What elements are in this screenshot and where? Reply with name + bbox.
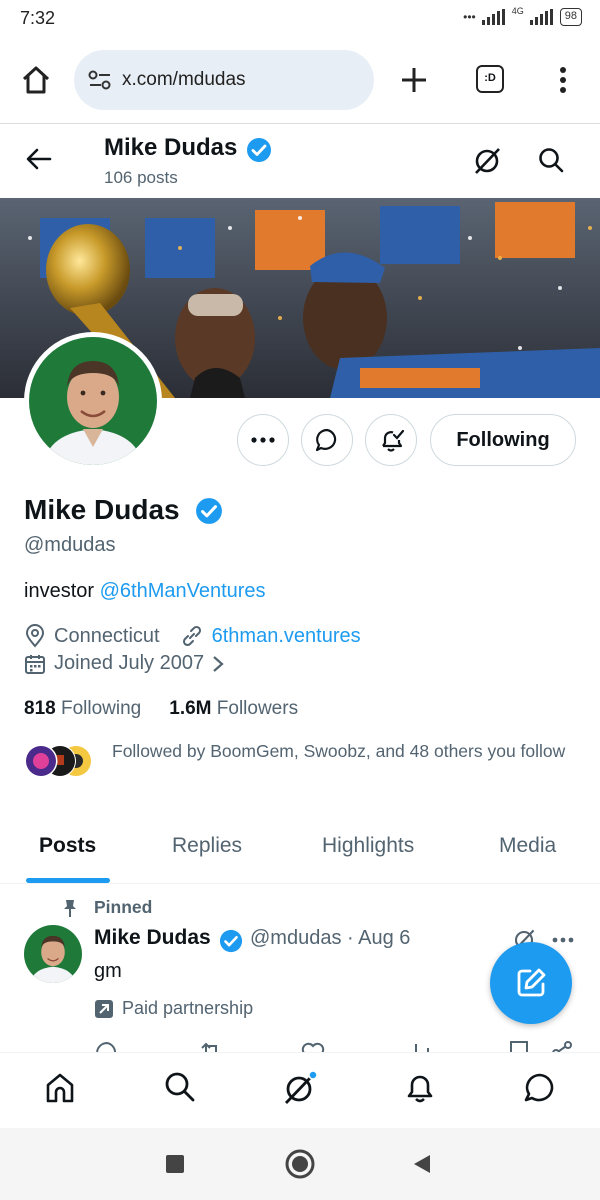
profile-tabs: Posts Replies Highlights Media <box>0 818 600 884</box>
followed-by-text[interactable]: Followed by BoomGem, Swoobz, and 48 othe… <box>112 740 572 763</box>
home-icon[interactable] <box>20 64 52 96</box>
back-button[interactable] <box>412 1153 432 1175</box>
paid-partnership-text: Paid partnership <box>122 998 254 1018</box>
tab-replies[interactable]: Replies <box>172 834 242 858</box>
following-count-link[interactable]: 818 Following <box>24 698 141 720</box>
bell-check-icon <box>382 429 405 452</box>
calendar-icon <box>25 654 45 674</box>
messages-icon[interactable] <box>523 1071 557 1105</box>
tab-highlights[interactable]: Highlights <box>322 834 414 858</box>
signal-icon-2 <box>529 9 553 25</box>
tweet-avatar[interactable] <box>24 925 82 983</box>
notifications-bell-icon[interactable] <box>404 1071 436 1105</box>
message-button[interactable] <box>301 414 353 466</box>
dots-icon: ••• <box>463 10 476 24</box>
home-icon[interactable] <box>44 1071 76 1105</box>
grok-icon[interactable] <box>472 146 502 176</box>
header-title: Mike Dudas <box>104 134 238 161</box>
chevron-right-icon <box>213 655 224 672</box>
browser-toolbar: x.com/mdudas :D <box>0 40 600 124</box>
grok-icon[interactable] <box>283 1071 317 1105</box>
location-text: Connecticut <box>54 624 160 647</box>
recents-button[interactable] <box>166 1155 184 1173</box>
home-button[interactable] <box>285 1149 315 1179</box>
search-icon[interactable] <box>538 147 564 173</box>
joined-text: Joined July 2007 <box>54 652 205 674</box>
notifications-button[interactable] <box>365 414 417 466</box>
tweet-text: gm <box>94 960 122 982</box>
message-bubble-icon <box>315 428 337 452</box>
verified-badge-icon <box>219 929 243 953</box>
tweet-more-icon[interactable] <box>552 937 574 943</box>
tweet-handle-date: @mdudas · Aug 6 <box>250 927 411 949</box>
signal-icon <box>481 9 505 25</box>
status-bar: 7:32 ••• 4G 98 <box>0 0 600 40</box>
url-text: x.com/mdudas <box>122 69 246 90</box>
more-options-button[interactable] <box>237 414 289 466</box>
bio-mention-link[interactable]: @6thManVentures <box>100 580 266 602</box>
paid-partnership-icon <box>95 999 113 1018</box>
following-button[interactable]: Following <box>430 414 576 466</box>
new-tab-icon[interactable] <box>400 66 428 94</box>
system-navigation-bar <box>0 1128 600 1200</box>
link-icon <box>182 625 201 647</box>
bio-text: investor <box>24 580 100 602</box>
website-link[interactable]: 6thman.ventures <box>212 625 361 648</box>
explore-search-icon[interactable] <box>164 1071 196 1103</box>
pinned-label: Pinned <box>94 897 153 917</box>
tweet-actions-row <box>94 1040 584 1052</box>
battery-icon: 98 <box>559 8 582 26</box>
url-bar[interactable]: x.com/mdudas <box>74 50 374 110</box>
network-label: 4G <box>511 6 524 16</box>
more-dots-icon <box>251 437 275 443</box>
bookmark-icon[interactable] <box>508 1040 530 1052</box>
profile-avatar[interactable] <box>24 332 162 470</box>
status-time: 7:32 <box>20 8 56 28</box>
views-icon[interactable] <box>406 1040 432 1052</box>
followers-count-link[interactable]: 1.6M Followers <box>169 698 298 720</box>
repost-icon[interactable] <box>198 1040 224 1052</box>
tab-posts[interactable]: Posts <box>39 834 96 858</box>
tab-media[interactable]: Media <box>499 834 556 858</box>
followers-label: Followers <box>216 698 299 719</box>
profile-name: Mike Dudas <box>24 494 180 525</box>
bottom-navigation <box>0 1052 600 1128</box>
verified-badge-icon <box>247 138 271 162</box>
paid-partnership-label: Paid partnership <box>94 998 253 1019</box>
compose-post-button[interactable] <box>490 942 572 1024</box>
followers-avatars[interactable] <box>24 744 96 778</box>
profile-meta-joined-row[interactable]: Joined July 2007 <box>24 652 224 675</box>
share-icon[interactable] <box>550 1040 574 1052</box>
profile-handle: @mdudas <box>24 534 116 556</box>
followers-count: 1.6M <box>169 698 212 719</box>
tweet-author-name[interactable]: Mike Dudas <box>94 926 211 950</box>
active-tab-indicator <box>26 878 110 883</box>
pin-icon <box>64 900 76 917</box>
posts-count: 106 posts <box>104 168 178 187</box>
location-pin-icon <box>25 624 45 648</box>
verified-badge-icon[interactable] <box>195 497 223 525</box>
profile-header: Mike Dudas 106 posts <box>0 124 600 198</box>
compose-icon <box>517 968 546 997</box>
avatar-photo <box>29 337 157 465</box>
tab-switcher-button[interactable]: :D <box>476 65 504 93</box>
reply-icon[interactable] <box>94 1040 120 1052</box>
follow-counts: 818 Following 1.6M Followers <box>24 698 298 720</box>
site-settings-icon[interactable] <box>88 69 112 91</box>
profile-meta-location-row: Connecticut 6thman.ventures <box>24 624 361 648</box>
like-icon[interactable] <box>300 1040 326 1052</box>
back-arrow-icon[interactable] <box>26 148 52 170</box>
following-count: 818 <box>24 698 56 719</box>
profile-bio: investor @6thManVentures <box>24 580 266 603</box>
status-indicators: ••• 4G 98 <box>463 6 582 26</box>
following-label: Following <box>60 698 142 719</box>
menu-icon[interactable] <box>556 66 570 94</box>
